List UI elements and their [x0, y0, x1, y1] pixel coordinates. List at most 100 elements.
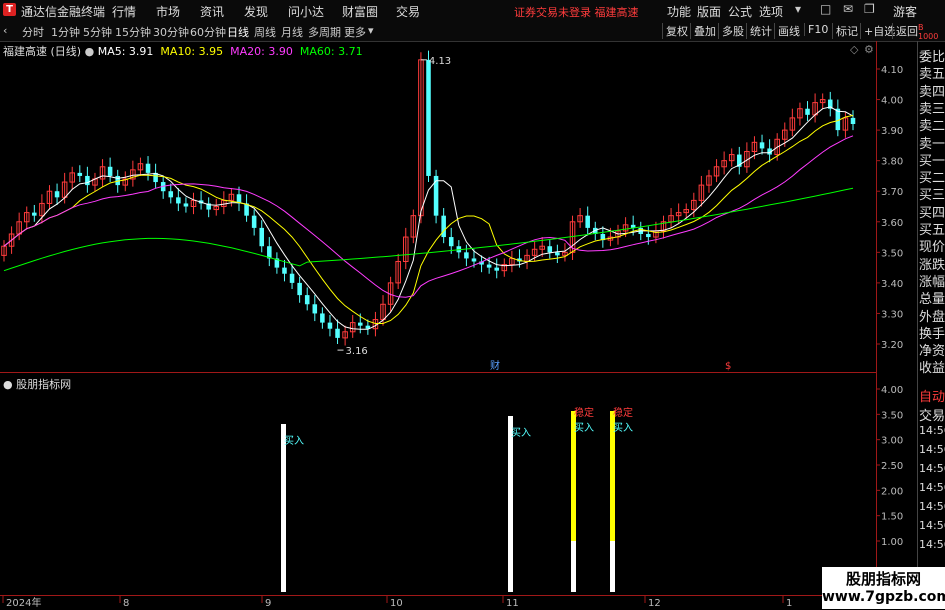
- order-book-label: 买一: [919, 153, 945, 169]
- buy-signal-label: 买入: [284, 435, 304, 447]
- sub-y-axis-label: 1.50: [881, 512, 903, 523]
- order-book-label: 买五: [919, 223, 945, 238]
- buy-signal-label: 买入: [613, 422, 633, 434]
- ma10-value: MA10: 3.95: [160, 45, 224, 58]
- y-axis-label: 3.50: [881, 248, 903, 259]
- ma20-value: MA20: 3.90: [230, 45, 293, 58]
- low-price-label: 3.16: [346, 346, 368, 357]
- y-axis-label: 3.60: [881, 218, 903, 229]
- y-axis-label: 3.40: [881, 279, 903, 290]
- candle-body: [471, 258, 477, 262]
- axis-separator: [876, 41, 877, 595]
- order-book-label: 总量: [919, 292, 945, 308]
- watermark-title: 股朋指标网: [845, 570, 921, 588]
- trade-time-label: 14:56: [919, 500, 945, 513]
- order-book-label: 涨跌: [919, 257, 945, 273]
- buy-signal-label: 买入: [574, 422, 594, 434]
- chart-canvas: 4.10 4.00 3.90 3.80 3.70 3.60 3.50 3.40 3.30 3.20…: [1, 50, 903, 609]
- sub-y-axis-label: 1.00: [881, 537, 903, 548]
- order-book-label: 卖四: [919, 84, 945, 100]
- order-book-label: 卖五: [919, 67, 945, 83]
- sub-y-axis-label: 2.50: [881, 461, 903, 472]
- y-axis-label: 3.70: [881, 187, 903, 198]
- trade-time-label: 14:56: [919, 538, 945, 551]
- candle-body: [555, 252, 560, 256]
- watermark-url: www.7gpzb.com: [822, 589, 945, 605]
- settings-dot-icon[interactable]: ●: [85, 45, 95, 58]
- candle-body: [145, 163, 151, 173]
- signal-bar-bottom: [610, 541, 615, 592]
- sub-y-axis-label: 2.00: [881, 486, 903, 497]
- order-book-label: 涨幅: [919, 274, 945, 290]
- sub-y-axis-label: 3.00: [881, 436, 903, 447]
- candle-body: [426, 59, 431, 176]
- order-book-label: 净资: [919, 344, 945, 360]
- candle-body: [547, 246, 553, 253]
- candle-body: [297, 282, 302, 296]
- stable-signal-label: 稳定: [613, 406, 633, 419]
- candle-body: [358, 322, 363, 326]
- ma60-line: [3, 187, 854, 272]
- order-book-label: 买三: [919, 188, 945, 204]
- signal-bar: [508, 416, 513, 592]
- settings-gear-icon[interactable]: ⚙: [864, 43, 874, 56]
- indicator-title: ● 股朋指标网: [3, 376, 71, 392]
- ma5-value: MA5: 3.91: [97, 45, 154, 58]
- order-book-label: 卖一: [919, 136, 945, 152]
- y-axis-label: 4.00: [881, 96, 903, 107]
- panel-divider[interactable]: [0, 372, 877, 373]
- candle-body: [54, 191, 60, 198]
- trade-time-label: 14:56: [919, 481, 945, 494]
- candle-body: [646, 234, 651, 238]
- candle-body: [168, 191, 174, 198]
- ma60-value: MA60: 3.71: [299, 45, 363, 58]
- order-book-label: 外盘: [919, 309, 945, 325]
- order-book-indicator: B 1000: [918, 23, 939, 41]
- candle-body: [585, 215, 590, 228]
- candle-body: [464, 252, 469, 259]
- stock-name[interactable]: 福建高速: [3, 45, 47, 58]
- diamond-icon[interactable]: ◇: [850, 43, 858, 56]
- indicator-name[interactable]: 股朋指标网: [16, 378, 71, 391]
- sub-y-axis-label: 4.00: [881, 385, 903, 396]
- trade-time-label: 14:56: [919, 443, 945, 456]
- candle-body: [312, 304, 318, 314]
- order-book-label: 卖三: [919, 101, 945, 117]
- y-axis-label: 3.20: [881, 340, 903, 351]
- order-book-label: 买四: [919, 205, 945, 221]
- candle-body: [304, 295, 310, 305]
- y-axis-label: 3.80: [881, 157, 903, 168]
- candle-body: [259, 227, 265, 247]
- candle-body: [850, 117, 856, 124]
- indicator-settings-icon[interactable]: ●: [3, 378, 13, 391]
- watermark: 股朋指标网 www.7gpzb.com: [822, 567, 945, 609]
- candle-body: [494, 267, 499, 271]
- candle-body: [282, 267, 287, 274]
- trade-time-label: 14:56: [919, 519, 945, 532]
- order-book-label: 现价: [919, 240, 945, 256]
- candle-body: [320, 313, 325, 323]
- order-book-label: 委比: [919, 50, 945, 65]
- candle-body: [433, 175, 439, 216]
- candle-body: [183, 203, 189, 207]
- candle-body: [486, 264, 492, 268]
- candle-body: [251, 215, 257, 228]
- finance-marker: 财: [490, 359, 500, 372]
- candle-body: [289, 273, 295, 283]
- buy-signal-label: 买入: [511, 427, 531, 439]
- candle-body: [759, 142, 765, 149]
- trade-time-label: 14:56: [919, 424, 945, 437]
- sub-y-axis-label: 3.50: [881, 410, 903, 421]
- candle-body: [107, 166, 113, 176]
- candle-body: [32, 212, 37, 216]
- chart-header: 福建高速 (日线) ● MA5: 3.91 MA10: 3.95 MA20: 3…: [3, 43, 363, 59]
- trade-mode-label[interactable]: 自动: [919, 386, 945, 405]
- candle-body: [335, 328, 340, 338]
- trade-time-label: 14:56: [919, 462, 945, 475]
- signal-bar: [281, 424, 286, 592]
- candle-body: [448, 237, 454, 247]
- trade-mode-label: 交易: [919, 409, 945, 424]
- signal-bar-bottom: [571, 541, 576, 592]
- order-book-label: 买二: [919, 171, 945, 187]
- candle-body: [805, 108, 810, 115]
